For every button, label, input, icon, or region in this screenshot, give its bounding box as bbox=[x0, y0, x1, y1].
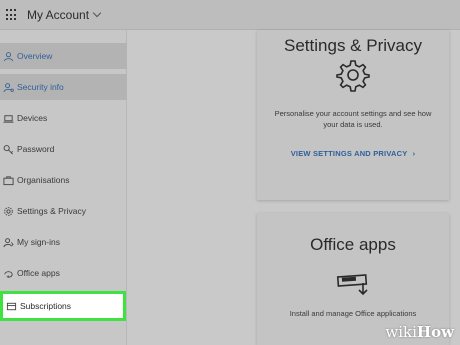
sidebar-item-label: My sign-ins bbox=[17, 237, 60, 247]
sidebar-item-label: Subscriptions bbox=[20, 301, 72, 311]
card-title: Office apps bbox=[310, 235, 396, 254]
card-description: Install and manage Office applications bbox=[289, 309, 417, 318]
chevron-right-icon: › bbox=[412, 149, 416, 158]
person-icon bbox=[2, 50, 14, 62]
sidebar-item-subscriptions[interactable]: Subscriptions bbox=[0, 291, 126, 321]
gear-icon bbox=[2, 205, 14, 217]
sidebar-item-security-info[interactable]: Security info bbox=[0, 74, 127, 100]
install-download-icon bbox=[336, 270, 376, 300]
settings-privacy-card: Settings & Privacy Personalise your acco… bbox=[257, 30, 449, 200]
office-apps-icon bbox=[2, 267, 14, 279]
app-title[interactable]: My Account bbox=[27, 8, 102, 22]
laptop-icon bbox=[2, 112, 14, 124]
sidebar-item-overview[interactable]: Overview bbox=[0, 43, 127, 69]
app-launcher-icon[interactable] bbox=[6, 9, 18, 21]
sidebar-item-label: Security info bbox=[17, 82, 64, 92]
sidebar-item-office-apps[interactable]: Office apps bbox=[0, 260, 127, 286]
sidebar-item-label: Password bbox=[17, 144, 55, 154]
link-label: VIEW SETTINGS AND PRIVACY bbox=[290, 149, 408, 158]
chevron-down-icon bbox=[92, 8, 102, 18]
sidebar-item-label: Office apps bbox=[17, 268, 60, 278]
card-title: Settings & Privacy bbox=[284, 36, 422, 55]
sidebar: Overview Security info Devices Password … bbox=[0, 30, 127, 345]
sidebar-item-password[interactable]: Password bbox=[0, 136, 127, 162]
sidebar-item-organisations[interactable]: Organisations bbox=[0, 167, 127, 193]
subscription-card-icon bbox=[5, 300, 17, 312]
sidebar-item-devices[interactable]: Devices bbox=[0, 105, 127, 131]
sidebar-item-settings-privacy[interactable]: Settings & Privacy bbox=[0, 198, 127, 224]
sign-in-person-icon bbox=[2, 236, 14, 248]
sidebar-item-label: Devices bbox=[17, 113, 48, 123]
wikihow-watermark-logo: wikiHow bbox=[385, 323, 454, 341]
view-settings-privacy-link[interactable]: VIEW SETTINGS AND PRIVACY › bbox=[257, 149, 449, 158]
sidebar-item-label: Overview bbox=[17, 51, 53, 61]
key-icon bbox=[2, 143, 14, 155]
sidebar-item-label: Organisations bbox=[17, 175, 70, 185]
top-bar: My Account bbox=[0, 0, 460, 30]
sidebar-item-label: Settings & Privacy bbox=[17, 206, 86, 216]
card-description: Personalise your account settings and se… bbox=[274, 109, 432, 129]
briefcase-icon bbox=[2, 174, 14, 186]
app-title-label: My Account bbox=[27, 8, 90, 22]
sidebar-item-my-sign-ins[interactable]: My sign-ins bbox=[0, 229, 127, 255]
security-person-icon bbox=[2, 81, 14, 93]
gear-icon bbox=[336, 58, 370, 92]
